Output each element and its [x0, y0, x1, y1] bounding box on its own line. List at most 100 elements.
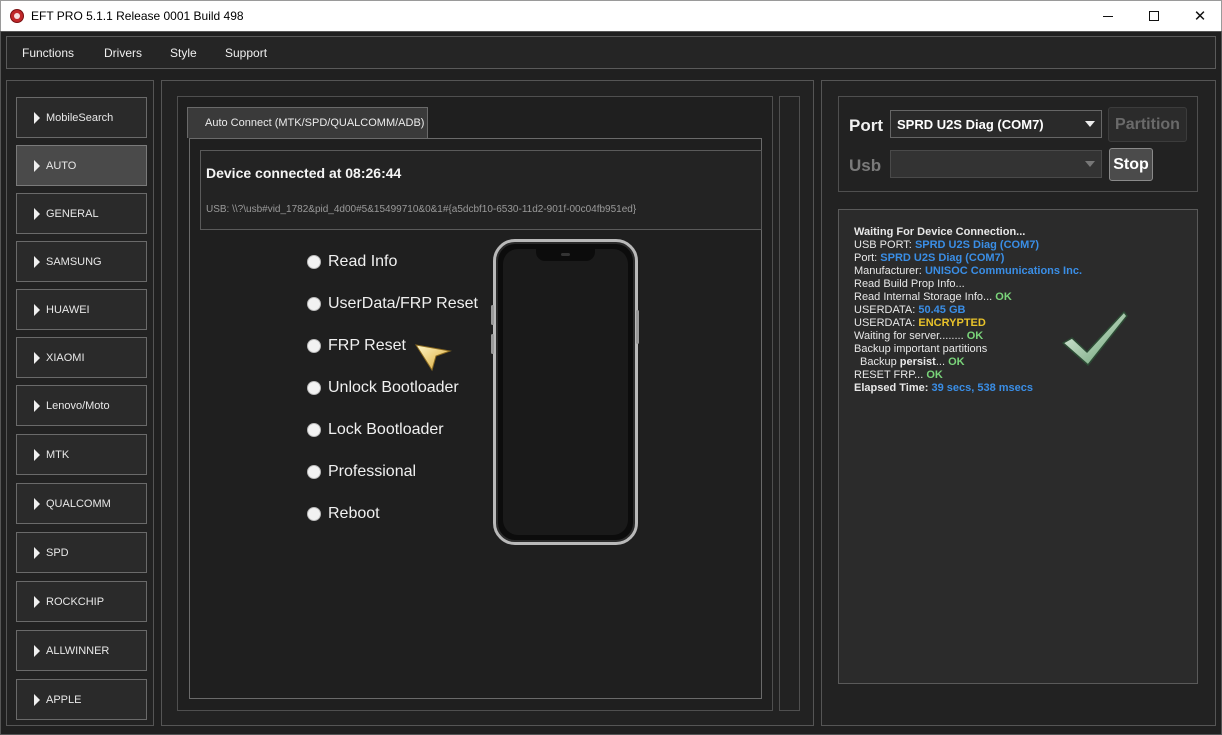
sidebar-item-samsung[interactable]: SAMSUNG	[16, 241, 147, 282]
menu-functions[interactable]: Functions	[22, 46, 74, 60]
sidebar-item-spd[interactable]: SPD	[16, 532, 147, 573]
log-value: SPRD U2S Diag (COM7)	[914, 239, 1040, 251]
radio-button[interactable]	[307, 297, 321, 311]
radio-button[interactable]	[307, 339, 321, 353]
radio-button[interactable]	[307, 381, 321, 395]
radio-button[interactable]	[307, 507, 321, 521]
log-value: UNISOC Communications Inc.	[924, 265, 1083, 277]
phone-side-button	[491, 334, 494, 354]
log-value: 39 secs, 538 msecs	[931, 382, 1033, 394]
radio-button[interactable]	[307, 465, 321, 479]
option-label: UserData/FRP Reset	[328, 295, 478, 312]
app-logo-icon	[10, 9, 24, 23]
phone-illustration	[493, 239, 638, 545]
radio-button[interactable]	[307, 423, 321, 437]
maximize-button[interactable]	[1131, 1, 1177, 31]
option-lock-bootloader[interactable]: Lock Bootloader	[307, 420, 444, 440]
port-label: Port	[849, 116, 883, 135]
sidebar-item-lenovo-moto[interactable]: Lenovo/Moto	[16, 385, 147, 426]
sidebar-item-apple[interactable]: APPLE	[16, 679, 147, 720]
sidebar-item-label: ALLWINNER	[46, 645, 110, 657]
log-line: Waiting for server........ OK	[854, 330, 983, 342]
log-status: OK	[966, 330, 984, 342]
chevron-right-icon	[34, 352, 40, 364]
log-value: persist	[899, 356, 936, 368]
log-label: ...	[935, 356, 946, 368]
vertical-scrollbar[interactable]	[779, 96, 800, 711]
log-line: Backup important partitions	[854, 343, 988, 355]
log-label: RESET FRP...	[854, 369, 924, 381]
log-value: ENCRYPTED	[918, 317, 986, 329]
sidebar-item-label: APPLE	[46, 694, 82, 706]
chevron-right-icon	[34, 449, 40, 461]
chevron-right-icon	[34, 400, 40, 412]
log-label: Read Internal Storage Info...	[854, 291, 993, 303]
option-read-info[interactable]: Read Info	[307, 252, 397, 272]
log-line: USERDATA: 50.45 GB	[854, 304, 965, 316]
close-button[interactable]: ✕	[1177, 1, 1222, 31]
sidebar-item-mtk[interactable]: MTK	[16, 434, 147, 475]
minimize-button[interactable]	[1085, 1, 1131, 31]
chevron-right-icon	[34, 547, 40, 559]
sidebar-item-mobilesearch[interactable]: MobileSearch	[16, 97, 147, 138]
log-label: Waiting for server........	[854, 330, 964, 342]
log-line: Backup persist... OK	[860, 356, 965, 368]
option-label: Professional	[328, 463, 417, 480]
device-connected-title: Device connected at 08:26:44	[206, 165, 402, 181]
log-line: Manufacturer: UNISOC Communications Inc.	[854, 265, 1082, 277]
option-label: Unlock Bootloader	[328, 379, 459, 396]
option-unlock-bootloader[interactable]: Unlock Bootloader	[307, 378, 459, 398]
tab-auto-connect[interactable]: Auto Connect (MTK/SPD/QUALCOMM/ADB)	[187, 107, 428, 138]
usb-select[interactable]	[890, 150, 1102, 178]
log-line: Waiting For Device Connection...	[854, 226, 1026, 238]
sidebar-item-label: MTK	[46, 449, 70, 461]
option-userdata-frp-reset[interactable]: UserData/FRP Reset	[307, 294, 478, 314]
port-select[interactable]: SPRD U2S Diag (COM7)	[890, 110, 1102, 138]
usb-label: Usb	[849, 156, 882, 175]
stop-button[interactable]: Stop	[1109, 148, 1153, 181]
sidebar: MobileSearch AUTO GENERAL SAMSUNG HUAWEI…	[6, 80, 154, 726]
option-label: Lock Bootloader	[328, 421, 444, 438]
log-line: USERDATA: ENCRYPTED	[854, 317, 986, 329]
option-professional[interactable]: Professional	[307, 462, 416, 482]
log-line: Elapsed Time: 39 secs, 538 msecs	[854, 382, 1033, 394]
radio-button[interactable]	[307, 255, 321, 269]
sidebar-item-huawei[interactable]: HUAWEI	[16, 289, 147, 330]
chevron-right-icon	[34, 645, 40, 657]
sidebar-item-label: ROCKCHIP	[46, 596, 105, 608]
chevron-down-icon[interactable]	[1079, 111, 1101, 137]
window-title: EFT PRO 5.1.1 Release 0001 Build 498	[31, 9, 244, 23]
sidebar-item-label: SPD	[46, 547, 69, 559]
partition-button[interactable]: Partition	[1108, 107, 1187, 142]
pointer-arrow-icon	[414, 344, 452, 372]
menu-drivers[interactable]: Drivers	[104, 46, 142, 60]
menu-style[interactable]: Style	[170, 46, 197, 60]
option-frp-reset[interactable]: FRP Reset	[307, 336, 406, 356]
sidebar-item-general[interactable]: GENERAL	[16, 193, 147, 234]
log-line: RESET FRP... OK	[854, 369, 943, 381]
chevron-right-icon	[34, 596, 40, 608]
sidebar-item-allwinner[interactable]: ALLWINNER	[16, 630, 147, 671]
option-reboot[interactable]: Reboot	[307, 504, 380, 524]
sidebar-item-label: HUAWEI	[46, 304, 90, 316]
sidebar-item-auto[interactable]: AUTO	[16, 145, 147, 186]
sidebar-item-qualcomm[interactable]: QUALCOMM	[16, 483, 147, 524]
option-label: Read Info	[328, 253, 398, 270]
log-label: Port:	[854, 252, 878, 264]
phone-side-button	[491, 305, 494, 325]
log-status: OK	[995, 291, 1012, 303]
log-line: Port: SPRD U2S Diag (COM7)	[854, 252, 1004, 264]
log-label: USERDATA:	[854, 304, 916, 316]
sidebar-item-xiaomi[interactable]: XIAOMI	[16, 337, 147, 378]
sidebar-item-label: Lenovo/Moto	[46, 400, 110, 412]
phone-power-button	[636, 310, 639, 344]
chevron-down-icon[interactable]	[1079, 151, 1101, 177]
log-value: 50.45 GB	[918, 304, 966, 316]
usb-path-text: USB: \\?\usb#vid_1782&pid_4d00#5&1549971…	[206, 204, 637, 215]
menu-support[interactable]: Support	[225, 46, 267, 60]
port-select-value: SPRD U2S Diag (COM7)	[897, 117, 1044, 132]
sidebar-item-rockchip[interactable]: ROCKCHIP	[16, 581, 147, 622]
chevron-right-icon	[34, 112, 40, 124]
sidebar-item-label: GENERAL	[46, 208, 99, 220]
log-label: Backup	[860, 356, 897, 368]
